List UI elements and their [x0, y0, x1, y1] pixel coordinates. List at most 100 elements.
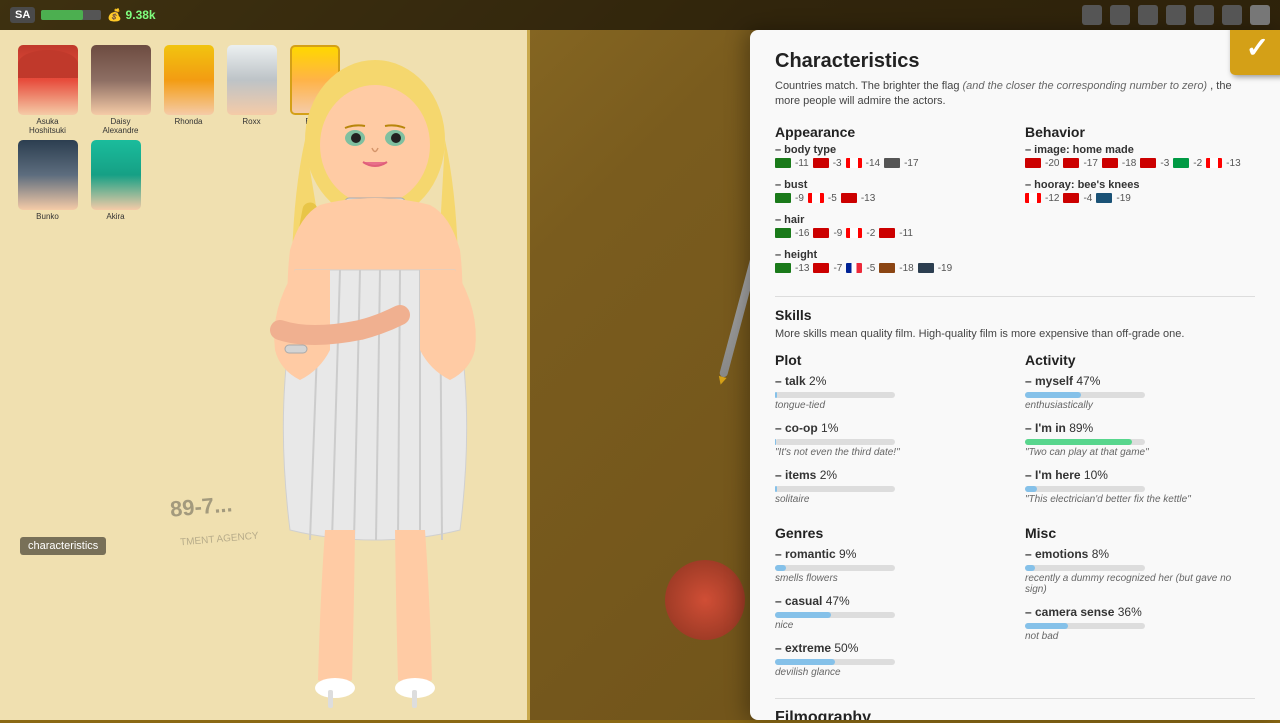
extreme-bar	[775, 659, 835, 665]
activity-col: Activity – myself 47% enthusiastically –…	[1025, 352, 1255, 513]
agency-panel: AsukaHoshitsuki DaisyAlexandre Rhonda Ro…	[0, 30, 530, 720]
actor-image-6	[18, 140, 78, 210]
actor-thumb-3[interactable]: Rhonda	[161, 45, 216, 135]
flag-us-1	[775, 158, 791, 168]
behavior-col: Behavior – image: home made -20 -17 -18 …	[1025, 124, 1255, 284]
flag-2-img	[1063, 158, 1079, 168]
hair-group: – hair -16 -9 -2 -11	[775, 214, 1005, 239]
actor-name-5: Baby	[305, 117, 323, 126]
flag-ca-3	[846, 228, 862, 238]
check-button[interactable]: ✓	[1230, 30, 1280, 75]
actor-thumb-6[interactable]: Bunko	[15, 140, 80, 221]
tb-icon-5[interactable]	[1194, 5, 1214, 25]
subtitle-note: (and the closer the corresponding number…	[963, 80, 1208, 92]
flag-3-img	[1102, 158, 1118, 168]
flag-ca-2	[808, 193, 824, 203]
skill-emotions: – emotions 8% recently a dummy recognize…	[1025, 545, 1255, 595]
top-bar: SA 💰 9.38k	[0, 0, 1280, 30]
top-bar-left: SA 💰 9.38k	[10, 7, 156, 23]
height-group: – height -13 -7 -5 -18 -19	[775, 249, 1005, 274]
skill-camera: – camera sense 36% not bad	[1025, 603, 1255, 642]
flag-6-4	[918, 263, 934, 273]
actor-name-3: Rhonda	[174, 117, 202, 126]
body-type-group: – body type -11 -3 -14 -17	[775, 144, 1005, 169]
extreme-bar-wrap	[775, 659, 895, 665]
skill-coop: – co-op 1% "It's not even the third date…	[775, 419, 1005, 458]
camera-bar	[1025, 623, 1068, 629]
casual-bar	[775, 612, 831, 618]
filmography-title: Filmography	[775, 709, 1255, 720]
actor-thumb-5[interactable]: Baby	[287, 45, 342, 135]
top-bar-right	[1082, 5, 1270, 25]
activity-title: Activity	[1025, 352, 1255, 368]
flag-2-hr	[1063, 193, 1079, 203]
flag-us-2	[775, 193, 791, 203]
sa-badge: SA	[10, 7, 35, 23]
tb-icon-6[interactable]	[1222, 5, 1242, 25]
actor-thumb-1[interactable]: AsukaHoshitsuki	[15, 45, 80, 135]
myself-bar	[1025, 392, 1081, 398]
gear-icon[interactable]	[1250, 5, 1270, 25]
appearance-behavior-row: Appearance – body type -11 -3 -14 -17 – …	[775, 124, 1255, 284]
divider-1	[775, 296, 1255, 297]
actors-row-2: Bunko Akira	[0, 140, 527, 221]
panel-subtitle: Countries match. The brighter the flag (…	[775, 79, 1255, 110]
items-bar-wrap	[775, 486, 895, 492]
coop-bar-wrap	[775, 439, 895, 445]
hair-label: – hair	[775, 214, 1005, 226]
tb-icon-1[interactable]	[1082, 5, 1102, 25]
flag-1-hr	[1025, 193, 1041, 203]
tb-icon-2[interactable]	[1110, 5, 1130, 25]
appearance-col: Appearance – body type -11 -3 -14 -17 – …	[775, 124, 1005, 284]
flag-red-2	[841, 193, 857, 203]
misc-title: Misc	[1025, 525, 1255, 541]
camera-bar-wrap	[1025, 623, 1145, 629]
actor-name-6: Bunko	[36, 212, 59, 221]
plot-title: Plot	[775, 352, 1005, 368]
actor-thumb-2[interactable]: DaisyAlexandre	[88, 45, 153, 135]
skill-imin: – I'm in 89% "Two can play at that game"	[1025, 419, 1255, 458]
imhere-bar	[1025, 486, 1037, 492]
plot-col: Plot – talk 2% tongue-tied – co-op 1% "I…	[775, 352, 1005, 513]
characteristics-label: characteristics	[20, 537, 106, 555]
flag-6-img	[1206, 158, 1222, 168]
flag-mx-3	[813, 228, 829, 238]
actor-name-7: Akira	[106, 212, 124, 221]
skills-subtitle: More skills mean quality film. High-qual…	[775, 327, 1255, 342]
characteristics-panel: ✓ Characteristics Countries match. The b…	[750, 30, 1280, 720]
skill-myself: – myself 47% enthusiastically	[1025, 372, 1255, 411]
skills-row: Plot – talk 2% tongue-tied – co-op 1% "I…	[775, 352, 1255, 513]
health-bar	[41, 10, 101, 20]
actor-thumb-4[interactable]: Roxx	[224, 45, 279, 135]
check-icon: ✓	[1246, 31, 1269, 64]
tb-icon-3[interactable]	[1138, 5, 1158, 25]
tb-icon-4[interactable]	[1166, 5, 1186, 25]
bust-flags: -9 -5 -13	[775, 193, 1005, 204]
actor-hair-1	[18, 50, 78, 78]
flag-es-4	[813, 263, 829, 273]
skill-casual: – casual 47% nice	[775, 592, 1005, 631]
flag-1-img	[1025, 158, 1041, 168]
behavior-title: Behavior	[1025, 124, 1255, 140]
imhere-bar-wrap	[1025, 486, 1145, 492]
actor-name-2: DaisyAlexandre	[102, 117, 138, 135]
skill-talk: – talk 2% tongue-tied	[775, 372, 1005, 411]
flag-4-1	[884, 158, 900, 168]
talk-bar-wrap	[775, 392, 895, 398]
skill-romantic: – romantic 9% smells flowers	[775, 545, 1005, 584]
flag-us-3	[775, 228, 791, 238]
actor-thumb-7[interactable]: Akira	[88, 140, 143, 221]
panel-title: Characteristics	[775, 50, 1255, 73]
red-object	[665, 560, 745, 640]
skill-imhere: – I'm here 10% "This electrician'd bette…	[1025, 466, 1255, 505]
flag-4-3	[879, 228, 895, 238]
emotions-bar-wrap	[1025, 565, 1145, 571]
flag-ca-1	[846, 158, 862, 168]
actor-image-3	[164, 45, 214, 115]
actor-name-1: AsukaHoshitsuki	[29, 117, 66, 135]
flag-3-hr	[1096, 193, 1112, 203]
agency-number: 89-7...	[169, 491, 233, 522]
talk-bar	[775, 392, 777, 398]
flag-4-img	[1140, 158, 1156, 168]
subtitle-main: Countries match. The brighter the flag	[775, 80, 959, 92]
